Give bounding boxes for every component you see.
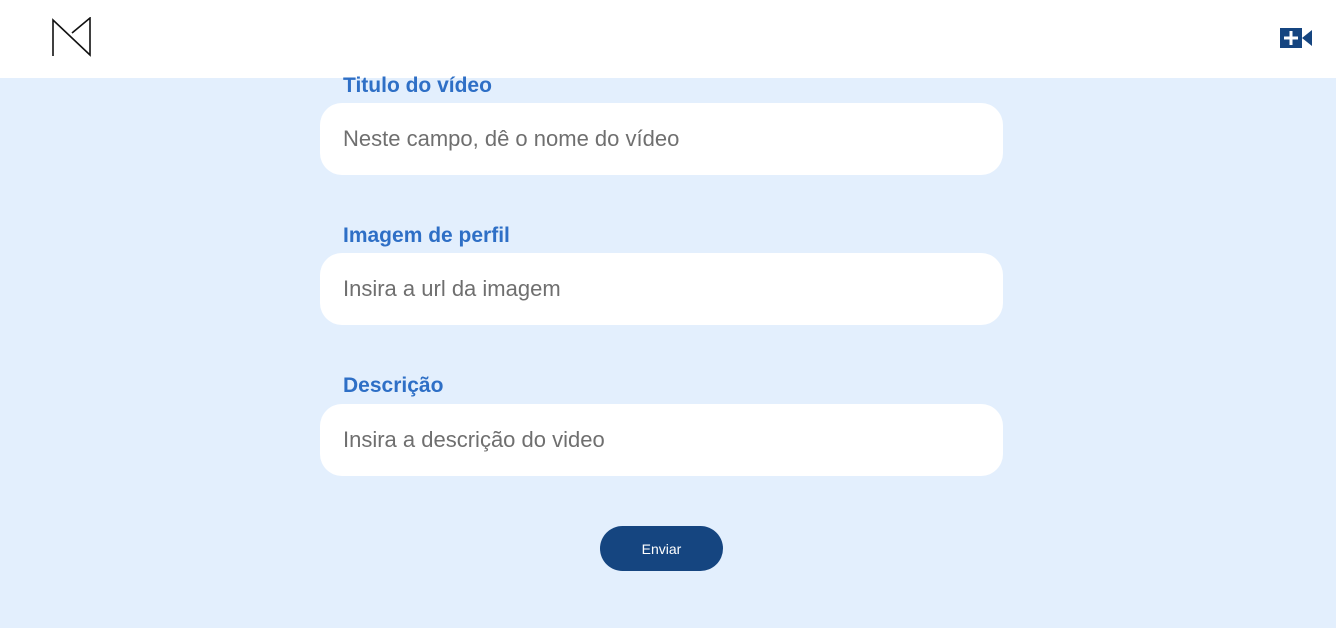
new-video-button[interactable] — [1280, 27, 1312, 49]
logo-link[interactable] — [52, 16, 92, 57]
form-area: Titulo do vídeo Imagem de perfil Descriç… — [0, 74, 1336, 628]
title-input[interactable] — [320, 103, 1003, 175]
description-label: Descrição — [343, 374, 444, 397]
image-url-input[interactable] — [320, 253, 1003, 325]
image-label: Imagem de perfil — [343, 224, 510, 247]
m-logo-icon — [52, 16, 91, 57]
submit-button[interactable]: Enviar — [600, 526, 723, 571]
title-label: Titulo do vídeo — [343, 74, 492, 97]
description-input[interactable] — [320, 404, 1003, 476]
site-header — [0, 0, 1336, 78]
video-camera-plus-icon — [1280, 28, 1312, 48]
